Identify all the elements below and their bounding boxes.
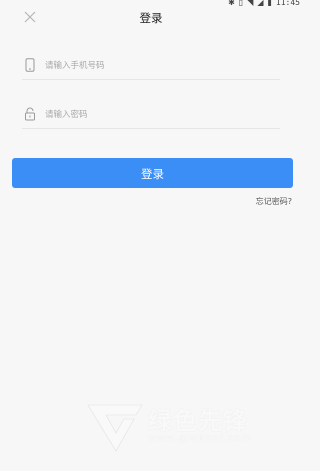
login-button[interactable]: 登录 (12, 158, 293, 188)
watermark-logo (87, 404, 143, 452)
watermark: 绿色先锋 www.greenxf.com (84, 397, 294, 459)
forgot-password-link[interactable]: 忘记密码? (256, 196, 292, 207)
watermark-subtext: www.greenxf.com (148, 433, 252, 444)
page-title: 登录 (139, 11, 163, 25)
lock-icon (25, 107, 35, 121)
nav-bar: 登录 (0, 6, 302, 30)
phone-input[interactable] (43, 56, 277, 76)
watermark-text: 绿色先锋 (148, 407, 248, 435)
password-field (22, 102, 280, 129)
phone-icon (25, 58, 35, 72)
password-input[interactable] (43, 105, 277, 125)
phone-field (22, 53, 280, 80)
